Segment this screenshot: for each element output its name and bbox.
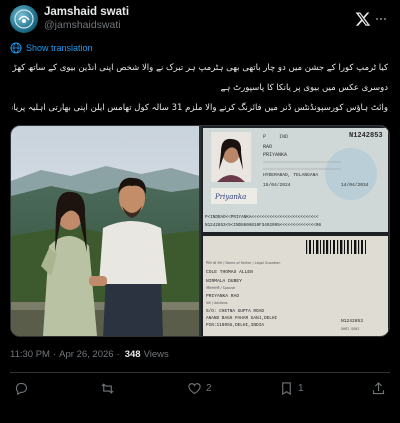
reply-button[interactable]	[14, 381, 33, 396]
author-display-name[interactable]: Jamshaid swati	[44, 6, 354, 19]
show-translation-link[interactable]: Show translation	[10, 41, 390, 55]
tweet-date[interactable]: Apr 26, 2026	[59, 349, 113, 360]
passport-spouse-label: जीवनसाथी / Spouse	[206, 285, 235, 290]
passport-address-2: ANAND BAGH PAHAR GANJ,DELHI	[206, 316, 278, 321]
passport-father: COLE THOMAS ALLEN	[206, 269, 253, 275]
retweet-button[interactable]	[100, 381, 119, 396]
passport-mother: NIRMALA DUBEY	[206, 278, 242, 284]
passport-birth-place: HYDERABAD, TELANGANA	[263, 172, 318, 178]
passport-back-number: N1242853	[341, 318, 363, 324]
tweet-header: Jamshaid swati @jamshaidswati	[10, 2, 390, 36]
views-label: Views	[143, 349, 169, 360]
bookmark-button[interactable]: 1	[279, 381, 304, 396]
bookmark-count: 1	[297, 382, 304, 394]
passport-address-1: S/O: CHETNA GUPTA ROAD	[206, 309, 264, 314]
passport-image[interactable]: P IND N1242853 RAO PRIYANKA HYDERABAD, T…	[201, 126, 389, 336]
passport-signature: Priyanka	[214, 193, 246, 201]
share-button[interactable]	[371, 381, 386, 396]
tweet-time[interactable]: 11:30 PM	[10, 349, 50, 360]
couple-photo[interactable]	[11, 126, 199, 336]
action-bar: 2 1	[10, 373, 390, 403]
bookmark-icon	[282, 381, 291, 395]
share-icon	[372, 381, 385, 394]
heart-icon	[188, 382, 201, 394]
passport-surname: RAO	[263, 144, 272, 150]
passport-scan: P IND N1242853 RAO PRIYANKA HYDERABAD, T…	[201, 126, 389, 336]
reply-icon	[15, 382, 28, 395]
passport-given-name: PRIYANKA	[263, 152, 287, 158]
globe-icon	[10, 42, 22, 54]
passport-address-3: PIN:110055,DELHI,INDIA	[206, 323, 264, 328]
tweet-text-line: وائٹ ہاؤس کورسپونڈنٹس ڈنر میں فائرنگ کرن…	[12, 103, 388, 113]
tweet-text: کیا ٹرمپ کورا کے جشن میں دو چار باتھی بھ…	[10, 61, 390, 115]
tweet-text-line: کیا ٹرمپ کورا کے جشن میں دو چار باتھی بھ…	[12, 63, 388, 73]
tweet-meta: 11:30 PM · Apr 26, 2026 · 348 Views	[10, 349, 390, 360]
tweet-text-line: دوسری عکس میں بیوی پر یانکا کا پاسپورٹ ہ…	[220, 83, 388, 93]
author-names: Jamshaid swati @jamshaidswati	[44, 6, 354, 32]
passport-back-header: पिता का नाम / Name of Father / Legal Gua…	[206, 260, 280, 265]
passport-issue-date: 15/04/2024	[263, 182, 291, 188]
like-button[interactable]: 2	[187, 381, 212, 396]
passport-expiry-date: 14/04/2034	[341, 182, 369, 188]
x-logo-icon	[354, 10, 372, 28]
passport-number: N1242853	[349, 132, 383, 140]
passport-spouse: PRIYANKA RAO	[206, 293, 239, 299]
media-grid: P IND N1242853 RAO PRIYANKA HYDERABAD, T…	[10, 125, 390, 337]
more-options-icon[interactable]	[372, 10, 390, 28]
passport-address-label: पता / Address	[206, 301, 228, 305]
retweet-icon	[101, 382, 114, 394]
couple-photo-image	[11, 126, 199, 336]
avatar[interactable]	[10, 5, 38, 33]
passport-back-small: SHRI SONI	[341, 328, 359, 332]
like-count: 2	[205, 382, 212, 394]
tweet: Jamshaid swati @jamshaidswati Show trans…	[0, 2, 400, 423]
author-handle[interactable]: @jamshaidswati	[44, 19, 354, 32]
views-count: 348	[124, 349, 141, 360]
avatar-logo-icon	[14, 9, 34, 29]
meta-separator: ·	[116, 349, 120, 360]
passport-country: IND	[279, 134, 288, 140]
show-translation-label: Show translation	[26, 43, 93, 53]
passport-mrz-line2: N1242853<5<IND8606010F3402095<<<<<<<<<<<…	[205, 223, 321, 228]
passport-type: P	[263, 134, 266, 140]
passport-mrz-line1: P<INDRAO<<PRIYANKA<<<<<<<<<<<<<<<<<<<<<<…	[205, 215, 319, 220]
meta-separator: ·	[52, 349, 57, 360]
